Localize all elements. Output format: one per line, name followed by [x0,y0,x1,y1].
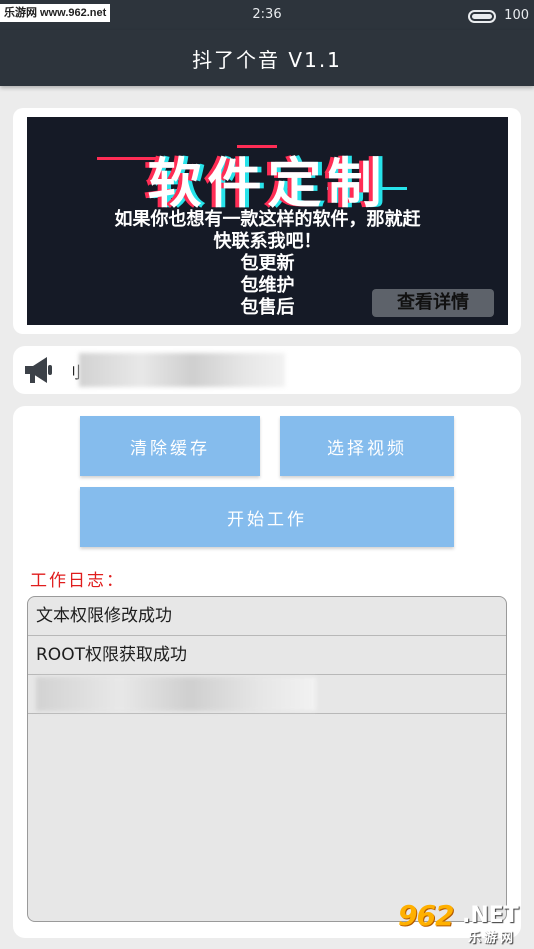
megaphone-icon [25,357,52,383]
banner-line: 如果你也想有一款这样的软件，那就赶 [114,209,421,230]
clear-cache-button[interactable]: 清除缓存 [80,416,260,476]
logo-suffix: .NET [462,903,519,928]
app-title: 抖了个音 V1.1 [192,47,342,72]
site-logo: 962 .NET 乐游网 [398,899,528,946]
log-entry: 文本权限修改成功 [28,597,506,636]
redacted-text [79,353,285,387]
banner-card: 软件定制 如果你也想有一款这样的软件，那就赶 快联系我吧！ 包更新 包维护 包售… [13,108,521,334]
work-log[interactable]: 文本权限修改成功 ROOT权限获取成功 [27,596,507,922]
log-entry: ROOT权限获取成功 [28,636,506,675]
log-label: 工作日志： [30,571,125,591]
status-bar: 乐游网 www.962.net 2:36 100 [0,0,534,30]
status-time: 2:36 [252,7,282,22]
logo-caption: 乐游网 [468,931,517,946]
banner-headline: 软件定制 [147,152,388,215]
banner-line: 包更新 [240,253,295,274]
select-video-button[interactable]: 选择视频 [280,416,454,476]
log-entry-redacted [28,675,506,714]
banner-line: 快联系我吧！ [213,231,322,252]
view-details-button[interactable]: 查看详情 [372,289,494,317]
notice-card: 刂 [13,346,521,394]
main-card: 清除缓存 选择视频 开始工作 工作日志： 文本权限修改成功 ROOT权限获取成功 [13,406,521,938]
logo-brand: 962 [398,899,454,932]
battery-level: 100 [504,8,529,23]
promo-banner[interactable]: 软件定制 如果你也想有一款这样的软件，那就赶 快联系我吧！ 包更新 包维护 包售… [27,117,508,325]
app-title-bar: 抖了个音 V1.1 [0,30,534,86]
battery-icon [468,10,496,23]
start-work-button[interactable]: 开始工作 [80,487,454,547]
